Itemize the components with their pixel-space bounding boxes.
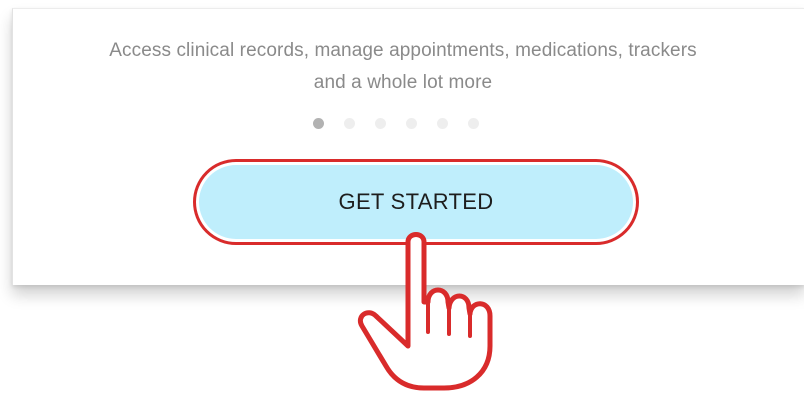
page-dot-3[interactable] [375,118,386,129]
page-dot-1[interactable] [313,118,324,129]
page-dot-5[interactable] [437,118,448,129]
page-dot-2[interactable] [344,118,355,129]
onboarding-description: Access clinical records, manage appointm… [13,35,793,99]
description-line-2: and a whole lot more [313,72,493,93]
onboarding-screen: Access clinical records, manage appointm… [0,0,804,393]
page-indicator [313,118,479,129]
hand-pointer-icon [358,232,493,391]
page-dot-4[interactable] [406,118,417,129]
description-line-1: Access clinical records, manage appointm… [109,40,697,61]
page-dot-6[interactable] [468,118,479,129]
get-started-label: GET STARTED [338,189,494,214]
